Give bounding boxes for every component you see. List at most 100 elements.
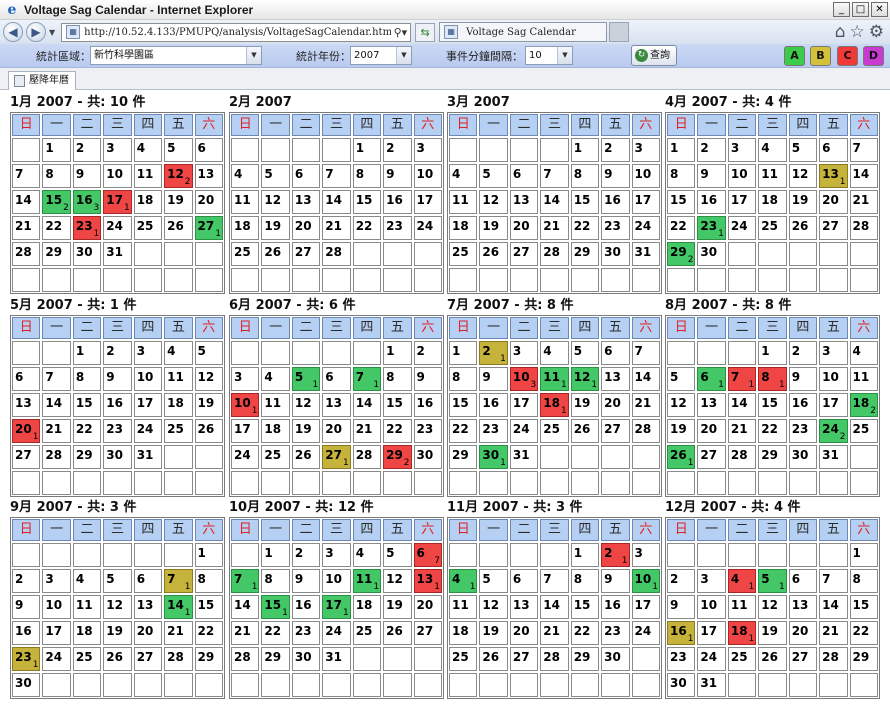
day-cell[interactable]: 20 <box>697 419 726 443</box>
day-cell[interactable]: 3 <box>413 138 442 162</box>
day-cell[interactable]: 20 <box>788 621 818 645</box>
day-cell[interactable]: 6 <box>788 569 818 593</box>
day-cell[interactable]: 18 <box>758 190 787 214</box>
browser-tab[interactable]: ▦ Voltage Sag Calendar <box>439 22 608 42</box>
sag-event-day-cell[interactable]: 23 1 <box>697 216 726 240</box>
day-cell[interactable]: 8 <box>383 367 412 391</box>
day-cell[interactable]: 24 <box>322 621 351 645</box>
day-cell[interactable]: 17 <box>819 393 848 417</box>
day-cell[interactable]: 6 <box>601 341 630 365</box>
day-cell[interactable]: 10 <box>727 164 757 188</box>
sag-event-day-cell[interactable]: 10 1 <box>231 393 260 417</box>
day-cell[interactable]: 26 <box>291 445 321 469</box>
day-cell[interactable]: 7 <box>42 367 71 391</box>
day-cell[interactable]: 19 <box>667 419 696 443</box>
sag-event-day-cell[interactable]: 18 1 <box>727 621 757 645</box>
day-cell[interactable]: 2 <box>383 138 412 162</box>
day-cell[interactable]: 23 <box>413 419 442 443</box>
day-cell[interactable]: 21 <box>231 621 260 645</box>
day-cell[interactable]: 25 <box>758 216 787 240</box>
day-cell[interactable]: 3 <box>231 367 260 391</box>
day-cell[interactable]: 19 <box>479 621 508 645</box>
level-d-button[interactable]: D <box>863 46 884 66</box>
day-cell[interactable]: 8 <box>261 569 290 593</box>
day-cell[interactable]: 15 <box>667 190 696 214</box>
day-cell[interactable]: 16 <box>103 393 132 417</box>
day-cell[interactable]: 5 <box>570 341 600 365</box>
day-cell[interactable]: 18 <box>352 595 382 619</box>
day-cell[interactable]: 27 <box>12 445 41 469</box>
day-cell[interactable]: 1 <box>449 341 478 365</box>
settings-gear-icon[interactable]: ⚙ <box>869 23 884 41</box>
sag-event-day-cell[interactable]: 41 <box>727 569 757 593</box>
day-cell[interactable]: 4 <box>352 543 382 567</box>
day-cell[interactable]: 27 <box>819 216 848 240</box>
sag-event-day-cell[interactable]: 15 2 <box>42 190 71 214</box>
day-cell[interactable]: 1 <box>42 138 71 162</box>
sag-event-day-cell[interactable]: 71 <box>352 367 382 391</box>
day-cell[interactable]: 30 <box>291 647 321 671</box>
day-cell[interactable]: 14 <box>322 190 351 214</box>
day-cell[interactable]: 5 <box>788 138 818 162</box>
day-cell[interactable]: 7 <box>631 341 660 365</box>
day-cell[interactable]: 26 <box>383 621 412 645</box>
day-cell[interactable]: 18 <box>72 621 102 645</box>
day-cell[interactable]: 20 <box>194 190 223 214</box>
day-cell[interactable]: 27 <box>601 419 630 443</box>
day-cell[interactable]: 29 <box>261 647 290 671</box>
day-cell[interactable]: 11 <box>849 367 878 391</box>
day-cell[interactable]: 18 <box>261 419 290 443</box>
day-cell[interactable]: 22 <box>570 216 600 240</box>
day-cell[interactable]: 7 <box>819 569 848 593</box>
day-cell[interactable]: 25 <box>849 419 878 443</box>
day-cell[interactable]: 10 <box>103 164 132 188</box>
day-cell[interactable]: 20 <box>509 216 539 240</box>
day-cell[interactable]: 14 <box>540 190 569 214</box>
day-cell[interactable]: 17 <box>631 595 660 619</box>
day-cell[interactable]: 13 <box>697 393 726 417</box>
day-cell[interactable]: 2 <box>697 138 726 162</box>
day-cell[interactable]: 8 <box>570 164 600 188</box>
day-cell[interactable]: 3 <box>103 138 132 162</box>
day-cell[interactable]: 29 <box>449 445 478 469</box>
day-cell[interactable]: 12 <box>194 367 223 391</box>
sag-event-day-cell[interactable]: 10 3 <box>509 367 539 391</box>
day-cell[interactable]: 9 <box>413 367 442 391</box>
day-cell[interactable]: 19 <box>291 419 321 443</box>
day-cell[interactable]: 8 <box>667 164 696 188</box>
sag-event-day-cell[interactable]: 17 1 <box>322 595 351 619</box>
day-cell[interactable]: 9 <box>479 367 508 391</box>
day-cell[interactable]: 28 <box>849 216 878 240</box>
day-cell[interactable]: 30 <box>601 242 630 266</box>
day-cell[interactable]: 11 <box>164 367 193 391</box>
day-cell[interactable]: 19 <box>570 393 600 417</box>
day-cell[interactable]: 29 <box>72 445 102 469</box>
day-cell[interactable]: 23 <box>601 216 630 240</box>
day-cell[interactable]: 13 <box>291 190 321 214</box>
day-cell[interactable]: 2 <box>788 341 818 365</box>
day-cell[interactable]: 1 <box>352 138 382 162</box>
day-cell[interactable]: 1 <box>570 138 600 162</box>
day-cell[interactable]: 24 <box>697 647 726 671</box>
day-cell[interactable]: 4 <box>849 341 878 365</box>
day-cell[interactable]: 23 <box>479 419 508 443</box>
day-cell[interactable]: 31 <box>103 242 132 266</box>
sag-event-day-cell[interactable]: 17 1 <box>103 190 132 214</box>
day-cell[interactable]: 29 <box>570 647 600 671</box>
day-cell[interactable]: 18 <box>231 216 260 240</box>
sag-event-day-cell[interactable]: 18 1 <box>540 393 569 417</box>
day-cell[interactable]: 25 <box>449 647 478 671</box>
sag-event-day-cell[interactable]: 41 <box>449 569 478 593</box>
day-cell[interactable]: 11 <box>727 595 757 619</box>
day-cell[interactable]: 2 <box>12 569 41 593</box>
day-cell[interactable]: 21 <box>727 419 757 443</box>
day-cell[interactable]: 28 <box>540 647 569 671</box>
day-cell[interactable]: 7 <box>540 569 569 593</box>
day-cell[interactable]: 4 <box>164 341 193 365</box>
day-cell[interactable]: 8 <box>570 569 600 593</box>
day-cell[interactable]: 28 <box>231 647 260 671</box>
sag-event-day-cell[interactable]: 13 1 <box>413 569 442 593</box>
day-cell[interactable]: 30 <box>12 673 41 697</box>
day-cell[interactable]: 21 <box>631 393 660 417</box>
day-cell[interactable]: 28 <box>631 419 660 443</box>
